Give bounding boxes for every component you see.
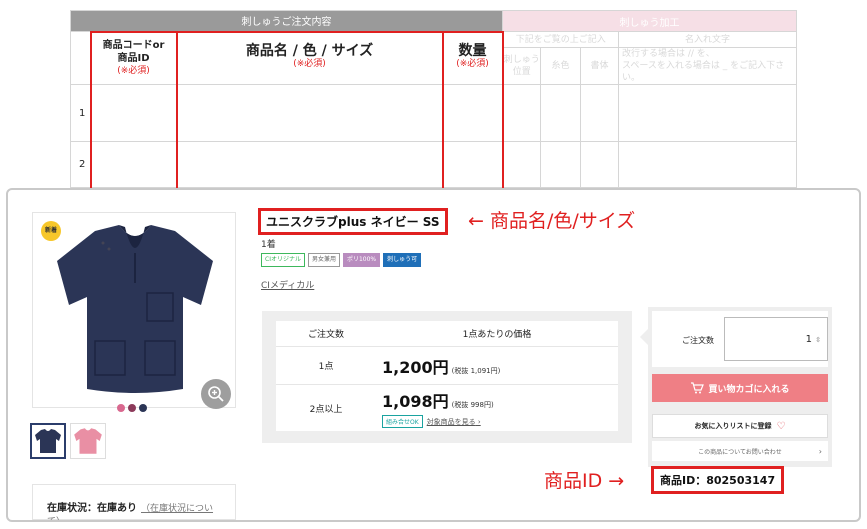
- navy-shirt-thumbnail: [35, 429, 61, 453]
- name-text-cell[interactable]: [618, 141, 797, 188]
- position-cell[interactable]: [502, 141, 541, 188]
- font-header: 書体: [580, 47, 619, 85]
- name-text-header: 名入れ文字: [618, 31, 797, 48]
- see-target-items-link[interactable]: 対象商品を見る ›: [427, 418, 481, 426]
- price-tax: (税抜 998円): [451, 401, 494, 409]
- color-swatch-wine[interactable]: [128, 404, 136, 412]
- price-row: 1点 1,200円 (税抜 1,091円): [276, 347, 618, 385]
- color-swatch-pink[interactable]: [117, 404, 125, 412]
- code-cell[interactable]: [89, 141, 178, 188]
- price-value: 1,200円: [382, 357, 449, 377]
- id-annotation: 商品ID →: [544, 470, 625, 492]
- unit-price-header: 1点あたりの価格: [462, 330, 532, 340]
- tag-embroidery-ok: 刺しゅう可: [383, 253, 422, 267]
- product-id: 商品ID：802503147: [651, 466, 785, 494]
- thread-color-header: 糸色: [540, 47, 581, 85]
- cart-icon: [691, 382, 705, 394]
- price-box: ご注文数 1点あたりの価格 1点 1,200円 (税抜 1,091円) 2点以上 …: [262, 311, 632, 443]
- row-index-header: [70, 31, 91, 85]
- brand-link[interactable]: CIメディカル: [261, 278, 314, 291]
- quantity-stepper[interactable]: 1 ⇳: [724, 317, 828, 361]
- product-main-image[interactable]: 新着: [32, 212, 236, 409]
- tag-poly100: ポリ100%: [342, 253, 381, 267]
- price-qty: 2点以上: [309, 404, 343, 415]
- add-to-cart-button[interactable]: 買い物カゴに入れる: [652, 374, 828, 402]
- product-inquiry-link[interactable]: この商品についてお問い合わせ ›: [652, 441, 828, 461]
- scrub-shirt-image: [57, 225, 213, 393]
- name-cell[interactable]: [175, 84, 444, 142]
- product-tags: CIオリジナル 男女兼用 ポリ100% 刺しゅう可: [261, 253, 422, 267]
- price-value: 1,098円: [382, 392, 449, 411]
- order-form-table: 刺しゅうご注文内容 刺しゅう加工 商品コードor 商品ID (※必須) 商品名 …: [70, 10, 797, 190]
- embroidery-note: 下記をご覧の上ご記入: [502, 31, 619, 48]
- name-text-note: 改行する場合は // を、 スペースを入れる場合は _ をご記入下さい。: [618, 47, 797, 85]
- color-swatches: [117, 404, 147, 412]
- name-annotation: ← 商品名/色/サイズ: [468, 210, 636, 232]
- color-cell[interactable]: [540, 84, 581, 142]
- pink-shirt-thumbnail: [74, 428, 102, 454]
- font-cell[interactable]: [580, 84, 619, 142]
- tag-ci-original: CIオリジナル: [261, 253, 305, 267]
- add-to-favorites-button[interactable]: お気に入りリストに登録 ♡: [652, 414, 828, 438]
- order-qty-label: ご注文数: [682, 336, 714, 345]
- order-qty-row: ご注文数 1 ⇳: [652, 311, 828, 367]
- thumbnail-navy[interactable]: [30, 423, 66, 459]
- embroidery-position-header: 刺しゅう位置: [502, 47, 541, 85]
- color-cell[interactable]: [540, 141, 581, 188]
- code-column-header: 商品コードor 商品ID (※必須): [89, 30, 178, 85]
- cart-area: ご注文数 1 ⇳ 買い物カゴに入れる お気に入りリストに登録 ♡ この商品につい…: [640, 307, 832, 467]
- price-qty: 1点: [318, 362, 334, 372]
- chevron-right-icon: ›: [818, 446, 822, 456]
- product-name: ユニスクラブplus ネイビー SS: [258, 208, 448, 235]
- row-number: 1: [70, 84, 91, 142]
- stock-label: 在庫状況：: [47, 503, 97, 514]
- product-panel: 新着 在庫状況：在庫あり （在庫状況について） ユニスクラブplus ネイビー …: [6, 188, 861, 522]
- name-column-header: 商品名 / 色 / サイズ (※必須): [175, 30, 444, 85]
- embroidery-section-title: 刺しゅう加工: [502, 10, 797, 32]
- qty-cell[interactable]: [441, 141, 504, 188]
- stock-status: 在庫状況：在庫あり （在庫状況について）: [32, 484, 236, 520]
- bundle-ok-tag: 組み合せOK: [382, 415, 423, 428]
- heart-icon: ♡: [776, 420, 786, 432]
- price-header-row: ご注文数 1点あたりの価格: [276, 321, 618, 347]
- color-swatch-navy[interactable]: [139, 404, 147, 412]
- qty-header: ご注文数: [307, 330, 344, 340]
- order-section-title: 刺しゅうご注文内容: [70, 10, 503, 32]
- stepper-arrows-icon[interactable]: ⇳: [815, 336, 821, 344]
- thumbnail-pink[interactable]: [70, 423, 106, 459]
- zoom-in-icon: [208, 386, 224, 402]
- price-tax: (税抜 1,091円): [451, 366, 501, 375]
- qty-cell[interactable]: [441, 84, 504, 142]
- tag-unisex: 男女兼用: [307, 253, 340, 267]
- stock-value: 在庫あり: [97, 503, 137, 514]
- code-cell[interactable]: [89, 84, 178, 142]
- price-row: 2点以上 1,098円 (税抜 998円) 組み合せOK 対象商品を見る ›: [276, 385, 618, 431]
- name-cell[interactable]: [175, 141, 444, 188]
- name-text-cell[interactable]: [618, 84, 797, 142]
- row-number: 2: [70, 141, 91, 188]
- zoom-button[interactable]: [201, 379, 231, 409]
- price-table: ご注文数 1点あたりの価格 1点 1,200円 (税抜 1,091円) 2点以上 …: [276, 321, 618, 431]
- position-cell[interactable]: [502, 84, 541, 142]
- font-cell[interactable]: [580, 141, 619, 188]
- product-unit: 1着: [261, 240, 276, 250]
- qty-column-header: 数量 (※必須): [441, 30, 504, 85]
